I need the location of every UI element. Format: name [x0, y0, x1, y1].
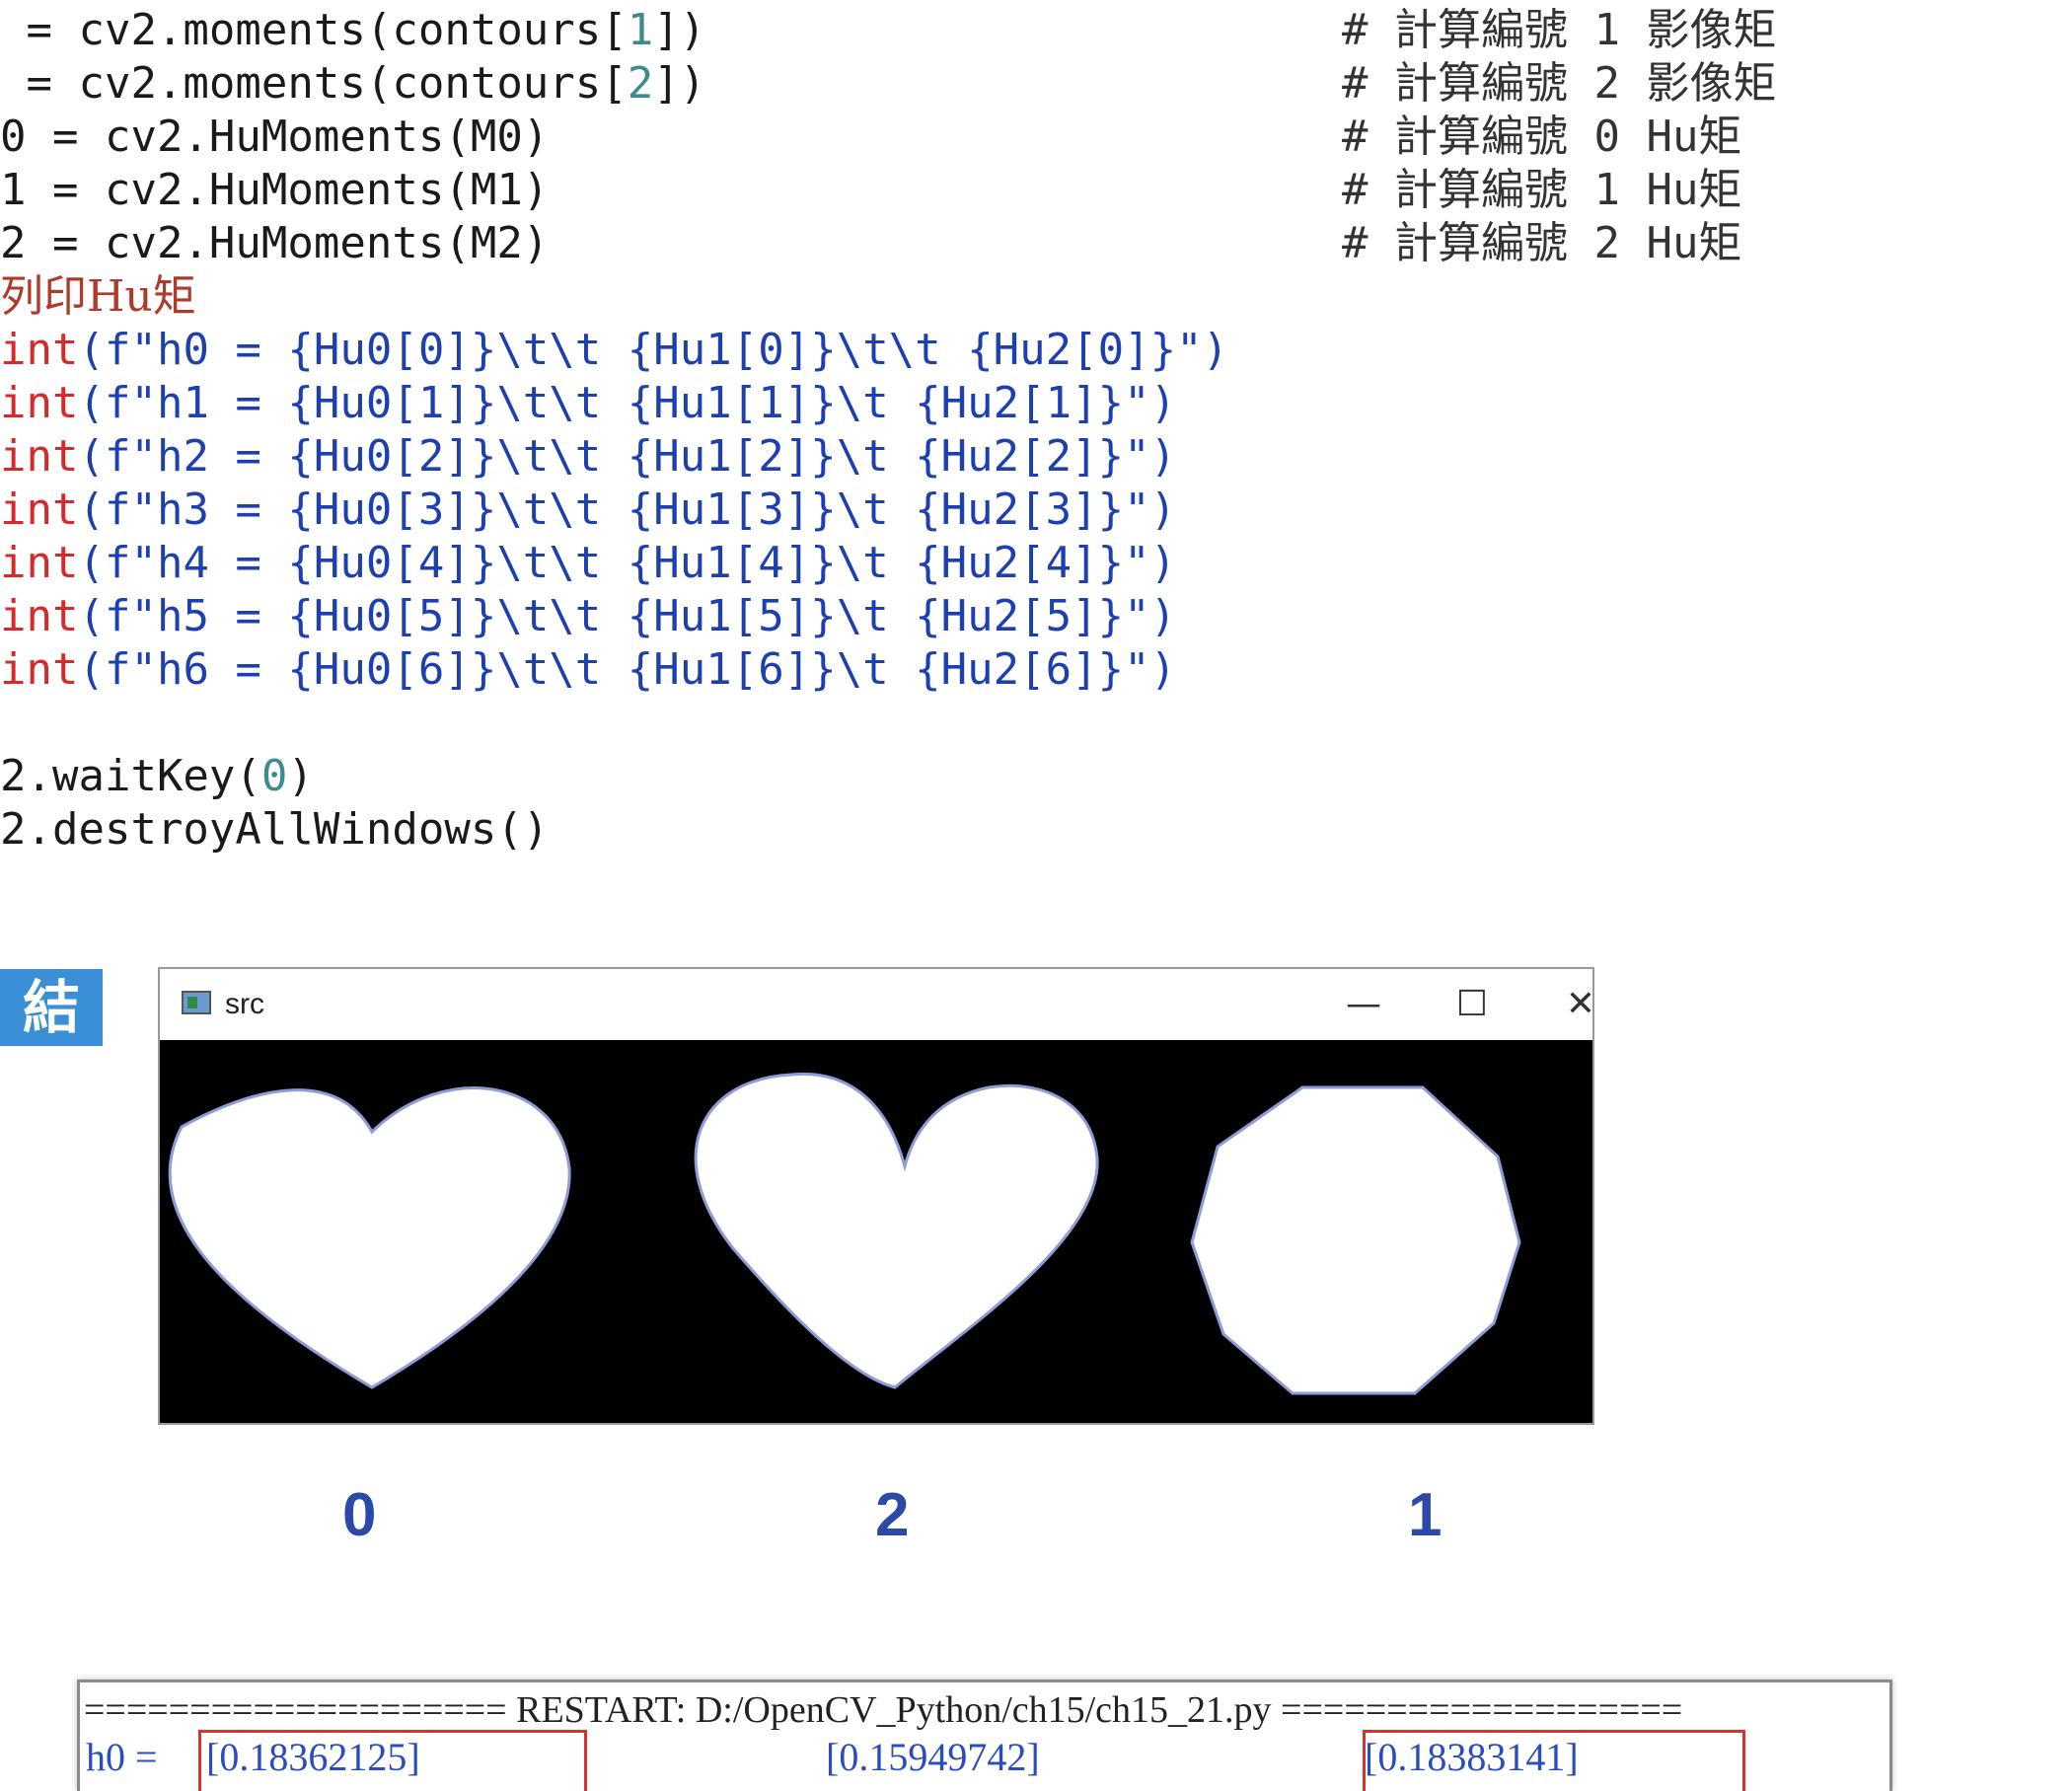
shape-label-0: 0: [342, 1481, 377, 1549]
window-titlebar[interactable]: src — ☐ ✕: [160, 969, 1595, 1040]
code-line: int(f"h4 = {Hu0[4]}\t\t {Hu1[4]}\t {Hu2[…: [0, 538, 1177, 588]
code-comment: # 計算編號 2 Hu矩: [1342, 218, 1742, 268]
code-comment: # 計算編號 0 Hu矩: [1342, 112, 1742, 162]
code-comment: # 計算編號 2 影像矩: [1342, 58, 1777, 109]
code-line: int(f"h5 = {Hu0[5]}\t\t {Hu1[5]}\t {Hu2[…: [0, 591, 1177, 641]
shape-label-2: 2: [875, 1481, 910, 1549]
code-line: int(f"h0 = {Hu0[0]}\t\t {Hu1[0]}\t\t {Hu…: [0, 325, 1229, 375]
shape-label-1: 1: [1408, 1481, 1443, 1549]
code-line: 1 = cv2.HuMoments(M1): [0, 165, 550, 215]
result-badge: 結果: [0, 969, 103, 1046]
code-line: 2.waitKey(0): [0, 751, 314, 801]
highlight-box: [198, 1730, 587, 1791]
window-title: src: [225, 988, 264, 1020]
minimize-button[interactable]: —: [1324, 977, 1403, 1032]
console-row-label: h0 =: [86, 1735, 168, 1779]
heart-shape-0: [168, 1086, 571, 1389]
code-line: int(f"h1 = {Hu0[1]}\t\t {Hu1[1]}\t {Hu2[…: [0, 378, 1177, 428]
code-comment-line: 列印Hu矩: [0, 271, 196, 322]
code-line: 2.destroyAllWindows(): [0, 804, 550, 855]
code-comment: # 計算編號 1 Hu矩: [1342, 165, 1742, 215]
shapes-svg: [168, 1072, 1521, 1395]
code-line: 0 = cv2.HuMoments(M0): [0, 112, 550, 162]
code-line: = cv2.moments(contours[1]): [0, 5, 706, 55]
src-window: src — ☐ ✕: [158, 967, 1595, 1425]
code-line: int(f"h6 = {Hu0[6]}\t\t {Hu1[6]}\t {Hu2[…: [0, 644, 1177, 695]
code-comment: # 計算編號 1 影像矩: [1342, 5, 1777, 55]
code-line: 2 = cv2.HuMoments(M2): [0, 218, 550, 268]
close-button[interactable]: ✕: [1541, 977, 1620, 1032]
code-line: = cv2.moments(contours[2]): [0, 58, 706, 109]
image-canvas: [160, 1040, 1592, 1423]
code-line: int(f"h3 = {Hu0[3]}\t\t {Hu1[3]}\t {Hu2[…: [0, 485, 1177, 535]
restart-line: ==================== RESTART: D:/OpenCV_…: [84, 1689, 1683, 1731]
maximize-button[interactable]: ☐: [1433, 977, 1512, 1032]
code-line: int(f"h2 = {Hu0[2]}\t\t {Hu1[2]}\t {Hu2[…: [0, 431, 1177, 482]
highlight-box: [1363, 1730, 1745, 1791]
heart-shape-2: [694, 1072, 1099, 1389]
app-icon: [182, 991, 211, 1014]
shell-console[interactable]: ==================== RESTART: D:/OpenCV_…: [77, 1679, 1892, 1791]
octagon-shape-1: [1190, 1085, 1521, 1395]
code-editor: = cv2.moments(contours[1]) = cv2.moments…: [0, 4, 1228, 855]
console-value: [0.15949742]: [826, 1735, 1040, 1779]
